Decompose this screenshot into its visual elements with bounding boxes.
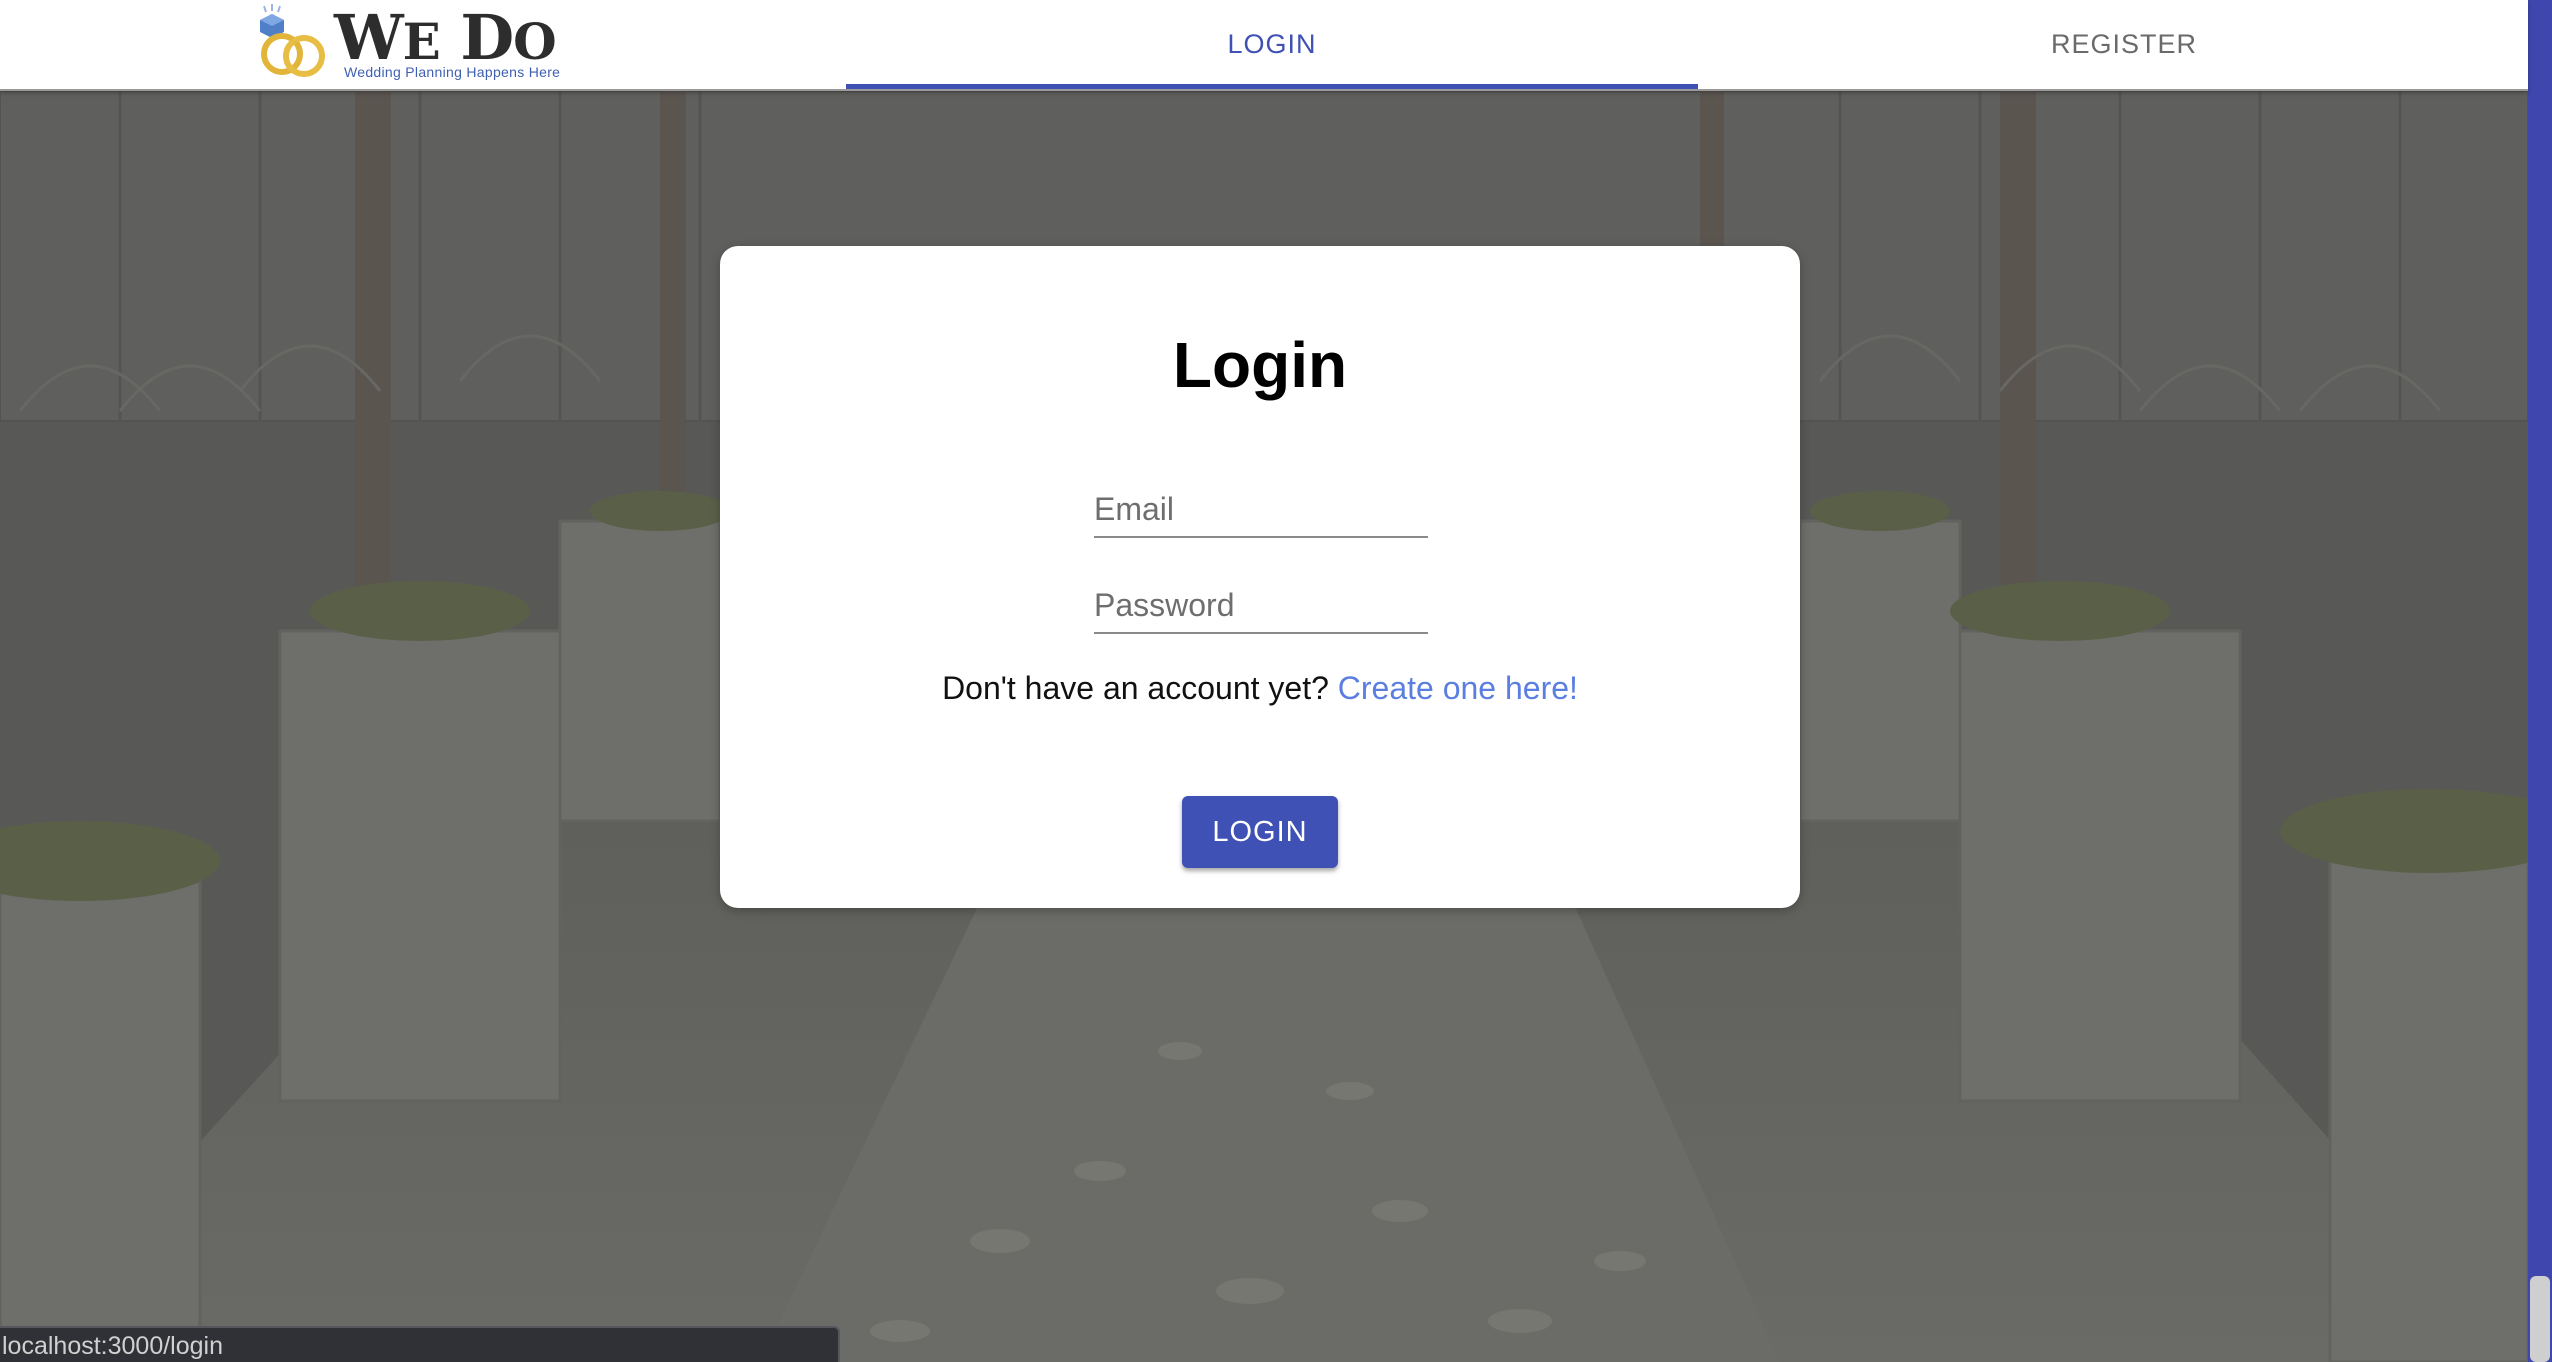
email-field[interactable]: [1094, 482, 1428, 538]
page-title: Login: [1172, 329, 1348, 401]
scrollbar-track[interactable]: [2528, 0, 2552, 1362]
signup-prompt-text: Don't have an account yet?: [942, 670, 1329, 706]
we-do-logo[interactable]: WE DO Wedding Planning Happens Here: [250, 2, 580, 80]
create-account-link[interactable]: Create one here!: [1338, 670, 1578, 706]
login-button[interactable]: LOGIN: [1182, 796, 1338, 868]
scrollbar-thumb[interactable]: [2530, 1276, 2550, 1362]
link-status-bar: localhost:3000/login: [0, 1326, 840, 1362]
active-tab-indicator: [846, 84, 1698, 89]
login-card: Login Don't have an account yet? Create …: [720, 246, 1800, 908]
signup-prompt-line: Don't have an account yet? Create one he…: [720, 668, 1800, 708]
top-navbar: WE DO Wedding Planning Happens Here LOGI…: [0, 0, 2528, 91]
logo-tagline: Wedding Planning Happens Here: [344, 64, 561, 80]
password-field[interactable]: [1094, 578, 1428, 634]
page: WE DO Wedding Planning Happens Here LOGI…: [0, 0, 2552, 1362]
tab-register[interactable]: REGISTER: [1698, 0, 2550, 89]
wedding-rings-icon: [260, 4, 325, 77]
tab-login[interactable]: LOGIN: [846, 0, 1698, 89]
